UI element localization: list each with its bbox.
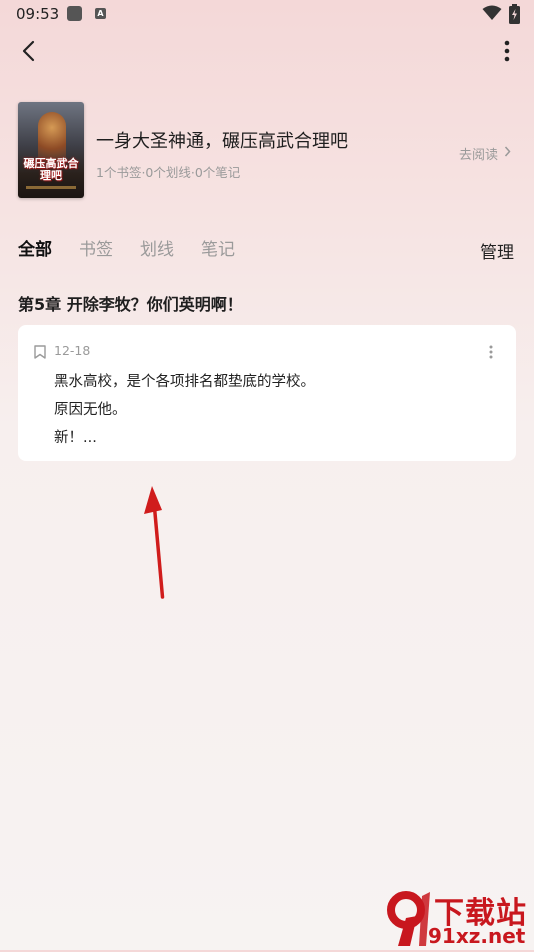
go-read-link[interactable]: 去阅读	[459, 144, 511, 163]
status-bar: 09:53 A	[0, 0, 534, 28]
tab-all[interactable]: 全部	[18, 235, 52, 260]
more-options-button[interactable]	[494, 36, 520, 66]
excerpt-line: 原因无他。	[54, 402, 127, 418]
excerpt-line: 黑水高校，是个各项排名都垫底的学校。	[54, 374, 315, 390]
book-title: 一身大圣神通，碾压高武合理吧	[96, 131, 348, 152]
annotation-arrow	[140, 480, 180, 609]
notification-icon	[67, 6, 82, 21]
site-watermark: 下载站 91xz.net	[386, 888, 534, 950]
chapter-title: 第5章 开除李牧？你们英明啊！	[18, 295, 243, 314]
tab-notes[interactable]: 笔记	[201, 235, 235, 260]
bookmark-card[interactable]: 12-18 黑水高校，是个各项排名都垫底的学校。 原因无他。 新！...	[18, 325, 516, 461]
filter-tabs: 全部 书签 划线 笔记	[18, 235, 262, 260]
cover-title-art: 碾压高武合理吧	[23, 157, 79, 182]
cover-decoration	[26, 186, 76, 189]
watermark-domain: 91xz.net	[428, 924, 526, 948]
book-stats: 1个书签·0个划线·0个笔记	[96, 165, 241, 180]
excerpt-line: 新！...	[54, 430, 97, 446]
battery-icon	[509, 4, 520, 28]
bookmark-date: 12-18	[54, 343, 91, 358]
more-vertical-icon	[504, 40, 510, 62]
tab-bookmarks[interactable]: 书签	[79, 235, 113, 260]
more-vertical-icon	[489, 345, 493, 359]
go-read-label: 去阅读	[459, 148, 499, 163]
bookmark-icon	[34, 344, 46, 363]
manage-button[interactable]: 管理	[480, 238, 514, 263]
chevron-right-icon	[504, 146, 511, 161]
tab-highlights[interactable]: 划线	[140, 235, 174, 260]
watermark-logo-icon	[386, 890, 432, 952]
book-cover[interactable]: 碾压高武合理吧	[18, 102, 84, 198]
back-button[interactable]	[14, 36, 44, 66]
wifi-icon	[482, 5, 502, 25]
keyboard-icon: A	[95, 8, 106, 19]
card-more-button[interactable]	[484, 343, 498, 361]
back-arrow-icon	[22, 40, 35, 62]
status-time: 09:53	[16, 5, 60, 23]
